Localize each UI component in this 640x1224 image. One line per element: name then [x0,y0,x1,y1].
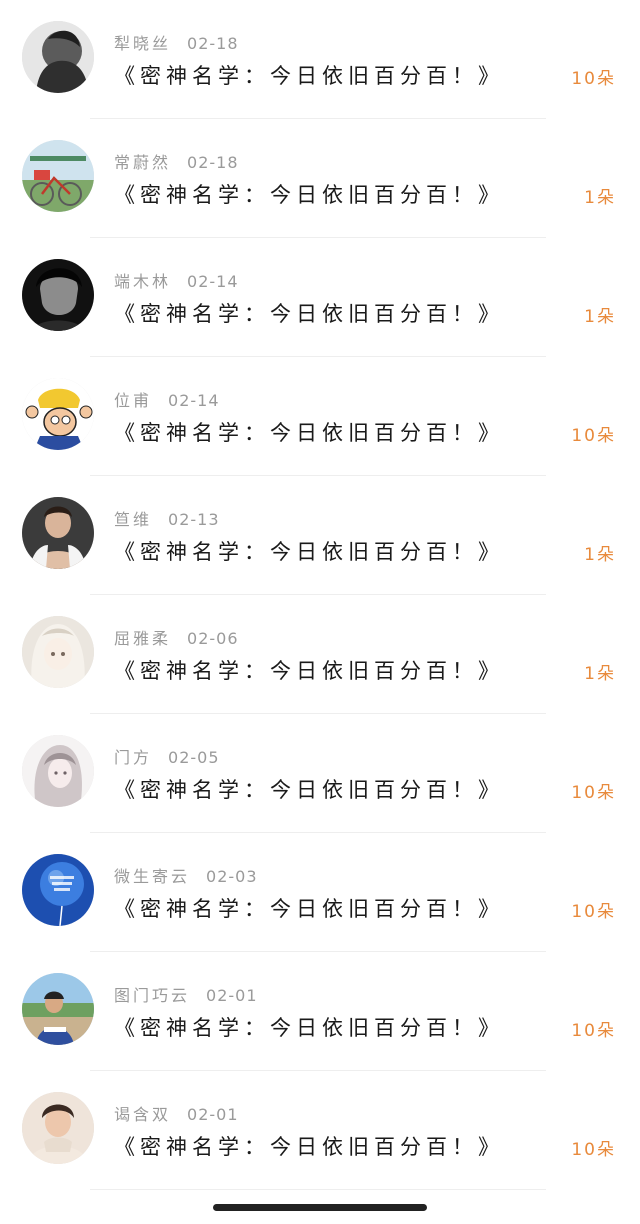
gift-count: 1朵 [584,664,616,684]
gift-message: 《密神名学：今日依旧百分百！》 [114,302,504,326]
gift-message: 《密神名学：今日依旧百分百！》 [114,778,504,802]
record-meta: 微生寄云 02-03 [114,863,258,886]
avatar[interactable] [22,1092,94,1164]
record-meta: 常蔚然 02-18 [114,149,239,172]
list-item[interactable]: 门方 02-05 《密神名学：今日依旧百分百！》 10朵 [0,714,640,833]
divider [90,1189,546,1190]
record-meta: 犁晓丝 02-18 [114,30,239,53]
avatar[interactable] [22,973,94,1045]
gift-count: 1朵 [584,188,616,208]
avatar[interactable] [22,21,94,93]
user-name[interactable]: 常蔚然 [114,153,171,172]
record-meta: 位甫 02-14 [114,387,220,410]
record-date: 02-18 [187,153,239,172]
gift-count: 10朵 [571,1140,616,1160]
user-name[interactable]: 笪维 [114,510,152,529]
record-date: 02-03 [206,867,258,886]
user-name[interactable]: 端木林 [114,272,171,291]
gift-record-list: 犁晓丝 02-18 《密神名学：今日依旧百分百！》 10朵 常蔚然 02-18 《密… [0,0,640,1224]
record-date: 02-14 [187,272,239,291]
record-date: 02-06 [187,629,239,648]
gift-count: 10朵 [571,902,616,922]
gift-count: 10朵 [571,783,616,803]
record-meta: 笪维 02-13 [114,506,220,529]
avatar[interactable] [22,854,94,926]
user-name[interactable]: 谒含双 [114,1105,171,1124]
record-date: 02-13 [168,510,220,529]
record-meta: 谒含双 02-01 [114,1101,239,1124]
user-name[interactable]: 图门巧云 [114,986,190,1005]
gift-count: 10朵 [571,69,616,89]
avatar[interactable] [22,497,94,569]
record-date: 02-01 [187,1105,239,1124]
home-indicator[interactable] [213,1204,427,1211]
gift-message: 《密神名学：今日依旧百分百！》 [114,421,504,445]
record-meta: 图门巧云 02-01 [114,982,258,1005]
gift-message: 《密神名学：今日依旧百分百！》 [114,659,504,683]
record-date: 02-18 [187,34,239,53]
list-item[interactable]: 屈雅柔 02-06 《密神名学：今日依旧百分百！》 1朵 [0,595,640,714]
record-meta: 端木林 02-14 [114,268,239,291]
user-name[interactable]: 位甫 [114,391,152,410]
user-name[interactable]: 门方 [114,748,152,767]
record-date: 02-01 [206,986,258,1005]
list-item[interactable]: 笪维 02-13 《密神名学：今日依旧百分百！》 1朵 [0,476,640,595]
gift-message: 《密神名学：今日依旧百分百！》 [114,183,504,207]
avatar[interactable] [22,735,94,807]
gift-message: 《密神名学：今日依旧百分百！》 [114,64,504,88]
record-date: 02-05 [168,748,220,767]
gift-count: 1朵 [584,545,616,565]
user-name[interactable]: 微生寄云 [114,867,190,886]
list-item[interactable]: 位甫 02-14 《密神名学：今日依旧百分百！》 10朵 [0,357,640,476]
list-item[interactable]: 谒含双 02-01 《密神名学：今日依旧百分百！》 10朵 [0,1071,640,1190]
record-meta: 门方 02-05 [114,744,220,767]
avatar[interactable] [22,140,94,212]
list-item[interactable]: 端木林 02-14 《密神名学：今日依旧百分百！》 1朵 [0,238,640,357]
avatar[interactable] [22,616,94,688]
list-item[interactable]: 微生寄云 02-03 《密神名学：今日依旧百分百！》 10朵 [0,833,640,952]
gift-message: 《密神名学：今日依旧百分百！》 [114,897,504,921]
user-name[interactable]: 犁晓丝 [114,34,171,53]
user-name[interactable]: 屈雅柔 [114,629,171,648]
gift-count: 10朵 [571,1021,616,1041]
gift-message: 《密神名学：今日依旧百分百！》 [114,1135,504,1159]
avatar[interactable] [22,378,94,450]
record-date: 02-14 [168,391,220,410]
list-item[interactable]: 常蔚然 02-18 《密神名学：今日依旧百分百！》 1朵 [0,119,640,238]
gift-message: 《密神名学：今日依旧百分百！》 [114,540,504,564]
avatar[interactable] [22,259,94,331]
gift-count: 10朵 [571,426,616,446]
list-item[interactable]: 犁晓丝 02-18 《密神名学：今日依旧百分百！》 10朵 [0,0,640,119]
gift-message: 《密神名学：今日依旧百分百！》 [114,1016,504,1040]
list-item[interactable]: 图门巧云 02-01 《密神名学：今日依旧百分百！》 10朵 [0,952,640,1071]
gift-count: 1朵 [584,307,616,327]
record-meta: 屈雅柔 02-06 [114,625,239,648]
